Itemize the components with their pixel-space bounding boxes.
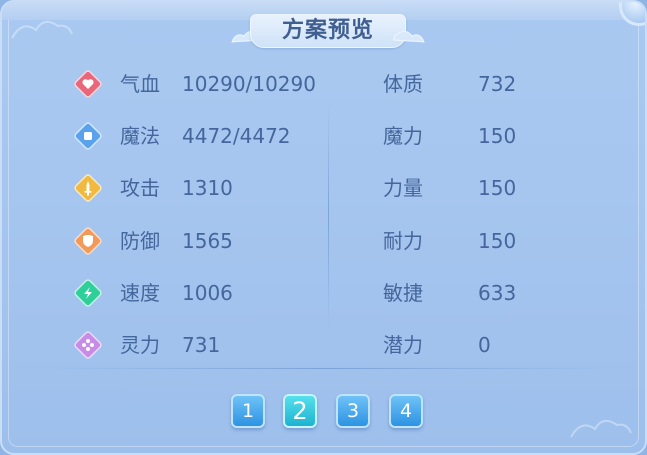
attribute-value: 732 [478,72,517,96]
page-tab-2[interactable]: 2 [283,394,317,428]
stat-row-defense: 防御 1565 耐力 150 [2,221,645,261]
scheme-preview-panel: 方案预览 气血 10290/10290 体质 732 魔法 4472/4472 … [0,0,647,455]
page-tab-4[interactable]: 4 [389,394,423,428]
title-plate: 方案预览 [230,14,426,50]
stat-row-speed: 速度 1006 敏捷 633 [2,273,645,313]
attribute-value: 150 [478,229,517,253]
section-divider [38,368,618,369]
stat-label: 灵力 [120,333,160,357]
stat-value: 1310 [182,176,233,200]
attribute-label: 魔力 [383,124,423,148]
scheme-page-tabs: 1 2 3 4 [231,394,423,430]
corner-round-button[interactable] [619,2,645,26]
stat-row-hp: 气血 10290/10290 体质 732 [2,64,645,104]
page-tab-1[interactable]: 1 [231,394,265,428]
magic-icon [74,122,102,150]
page-tab-3[interactable]: 3 [336,394,370,428]
cloud-decoration-icon [11,20,73,39]
attribute-value: 0 [478,333,491,357]
stat-label: 气血 [120,72,160,96]
attribute-value: 150 [478,176,517,200]
attribute-label: 力量 [383,176,423,200]
cloud-decoration-icon [570,419,632,438]
stat-row-attack: 攻击 1310 力量 150 [2,168,645,208]
lightning-icon [74,279,102,307]
stat-label: 防御 [120,229,160,253]
stat-value: 10290/10290 [182,72,316,96]
stat-label: 攻击 [120,176,160,200]
sword-icon [74,174,102,202]
stat-value: 1565 [182,229,233,253]
spirit-icon [74,331,102,359]
shield-icon [74,227,102,255]
attribute-value: 633 [478,281,517,305]
stat-label: 魔法 [120,124,160,148]
attribute-label: 耐力 [383,229,423,253]
stat-row-mp: 魔法 4472/4472 魔力 150 [2,116,645,156]
stat-value: 4472/4472 [182,124,291,148]
stat-label: 速度 [120,281,160,305]
page-title: 方案预览 [281,18,374,43]
stat-value: 731 [182,333,221,357]
attribute-label: 敏捷 [383,281,423,305]
attribute-value: 150 [478,124,517,148]
attribute-label: 体质 [383,72,423,96]
heart-icon [74,70,102,98]
attribute-label: 潜力 [383,333,423,357]
stat-value: 1006 [182,281,233,305]
cloud-right-icon [393,30,425,43]
stat-row-spirit: 灵力 731 潜力 0 [2,325,645,365]
